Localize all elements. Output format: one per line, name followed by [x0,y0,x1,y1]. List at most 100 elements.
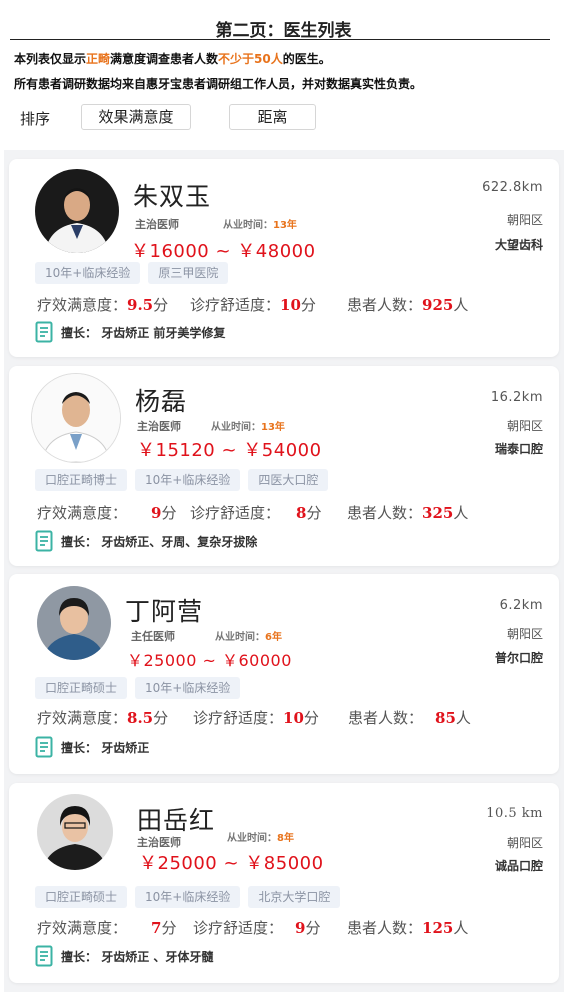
doctor-card[interactable]: 丁阿营 主任医师 从业时间：6年 ￥25000 ~ ￥60000 6.2km 朝… [9,574,559,774]
score-unit: 分 [161,504,177,522]
notice-line-2: 所有患者调研数据均来自惠牙宝患者调研组工作人员，并对数据真实性负责。 [14,77,423,91]
price-range: ￥16000 ~ ￥48000 [131,241,316,262]
satisfaction: 疗效满意度： 9分 [37,502,176,523]
notice-line-1: 本列表仅显示正畸满意度调查患者人数不少于50人的医生。 [14,50,331,67]
experience-label: 从业时间： [223,220,273,231]
doctor-name: 朱双玉 [133,182,212,211]
patients: 患者人数：325人 [347,502,468,523]
notice-highlight: 不少于50人 [218,52,283,66]
doctor-role: 主治医师 [137,836,181,849]
clinic-name[interactable]: 诚品口腔 [495,857,543,874]
patients-label: 患者人数： [347,296,423,314]
specialty-text: 擅长： 牙齿矫正、牙周、复杂牙拔除 [61,533,257,550]
comfort-label: 诊疗舒适度： [190,296,281,314]
doctor-card[interactable]: 朱双玉 主治医师 从业时间：13年 ￥16000 ~ ￥48000 622.8k… [9,159,559,357]
specialty-value: 牙齿矫正 前牙美学修复 [101,326,226,340]
specialty-label: 擅长： [61,535,98,549]
district: 朝阳区 [506,419,543,433]
price-range: ￥15120 ~ ￥54000 [137,440,322,461]
doctor-card[interactable]: 田岳红 主治医师 从业时间：8年 ￥25000 ~ ￥85000 10.5 km… [9,783,559,983]
patients-label: 患者人数： [347,919,423,937]
satisfaction: 疗效满意度： 7分 [37,917,176,938]
price-range: ￥25000 ~ ￥60000 [127,651,292,670]
satisfaction-value: 9 [151,504,162,522]
experience-value: 8年 [277,833,294,844]
distance: 16.2km [490,390,543,405]
patients-value: 85 [435,709,456,727]
doctor-name: 田岳红 [137,806,216,835]
score-unit: 分 [153,296,169,314]
specialty-text: 擅长： 牙齿矫正 前牙美学修复 [61,324,225,341]
satisfaction-label: 疗效满意度： [37,709,128,727]
title-divider [10,39,550,40]
comfort-value: 10 [283,709,304,727]
specialty-label: 擅长： [61,326,98,340]
people-unit: 人 [453,504,469,522]
clinic-name[interactable]: 瑞泰口腔 [495,440,543,457]
distance: 6.2km [499,598,543,613]
clinic-name[interactable]: 普尔口腔 [495,649,543,666]
doctor-name: 杨磊 [135,387,188,416]
tag: 10年+临床经验 [135,886,241,908]
document-icon [35,321,53,347]
satisfaction-label: 疗效满意度： [37,504,128,522]
tag: 10年+临床经验 [35,262,141,284]
document-icon [35,945,53,971]
district: 朝阳区 [506,836,543,850]
comfort: 诊疗舒适度： 9分 [193,917,320,938]
tag: 四医大口腔 [248,469,329,491]
specialty-label: 擅长： [61,950,98,964]
people-unit: 人 [453,296,469,314]
score-unit: 分 [161,919,177,937]
tag: 原三甲医院 [148,262,229,284]
doctor-avatar [37,586,111,660]
specialty-label: 擅长： [61,741,98,755]
patients-value: 125 [422,919,454,937]
comfort: 诊疗舒适度： 8分 [190,502,321,523]
experience-value: 13年 [273,220,297,231]
patients: 患者人数：925人 [347,294,468,315]
district: 朝阳区 [506,213,543,227]
specialty-value: 牙齿矫正 、牙体牙髓 [101,950,214,964]
document-icon [35,530,53,556]
comfort-label: 诊疗舒适度： [193,709,284,727]
specialty-value: 牙齿矫正、牙周、复杂牙拔除 [101,535,258,549]
doctor-role: 主任医师 [131,630,175,643]
sort-label: 排序 [20,110,51,128]
specialty-text: 擅长： 牙齿矫正 、牙体牙髓 [61,948,213,965]
sort-distance-button[interactable]: 距离 [229,104,316,130]
comfort-label: 诊疗舒适度： [190,504,281,522]
people-unit: 人 [453,919,469,937]
patients-label: 患者人数： [347,504,423,522]
doctor-avatar [31,373,121,463]
distance: 10.5 km [486,806,543,821]
notice-text: 本列表仅显示 [14,52,87,66]
sort-satisfaction-button[interactable]: 效果满意度 [81,104,191,130]
notice-highlight: 正畸 [86,52,111,66]
doctor-name: 丁阿营 [125,597,204,626]
comfort-value: 8 [296,504,307,522]
satisfaction-label: 疗效满意度： [37,919,128,937]
distance: 622.8km [482,180,543,195]
document-icon [35,736,53,762]
doctor-card[interactable]: 杨磊 主治医师 从业时间：13年 ￥15120 ~ ￥54000 16.2km … [9,366,559,566]
clinic-name[interactable]: 大望齿科 [495,236,543,253]
score-unit: 分 [153,709,169,727]
tag: 口腔正畸硕士 [35,886,128,908]
comfort: 诊疗舒适度：10分 [193,707,319,728]
notice-text: 满意度调查患者人数 [110,52,219,66]
comfort-value: 9 [295,919,306,937]
doctor-tags: 口腔正畸博士 10年+临床经验 四医大口腔 [35,469,329,491]
score-unit: 分 [305,919,321,937]
experience-label: 从业时间： [211,422,261,433]
tag: 10年+临床经验 [135,469,241,491]
experience-label: 从业时间： [215,632,265,643]
experience: 从业时间：8年 [227,829,294,844]
comfort-label: 诊疗舒适度： [193,919,284,937]
tag: 10年+临床经验 [135,677,241,699]
satisfaction: 疗效满意度：9.5分 [37,294,168,315]
patients: 患者人数： 85人 [348,707,471,728]
satisfaction-value: 9.5 [127,296,154,314]
doctor-tags: 口腔正畸硕士 10年+临床经验 北京大学口腔 [35,886,341,908]
notice-text: 的医生。 [282,52,331,66]
